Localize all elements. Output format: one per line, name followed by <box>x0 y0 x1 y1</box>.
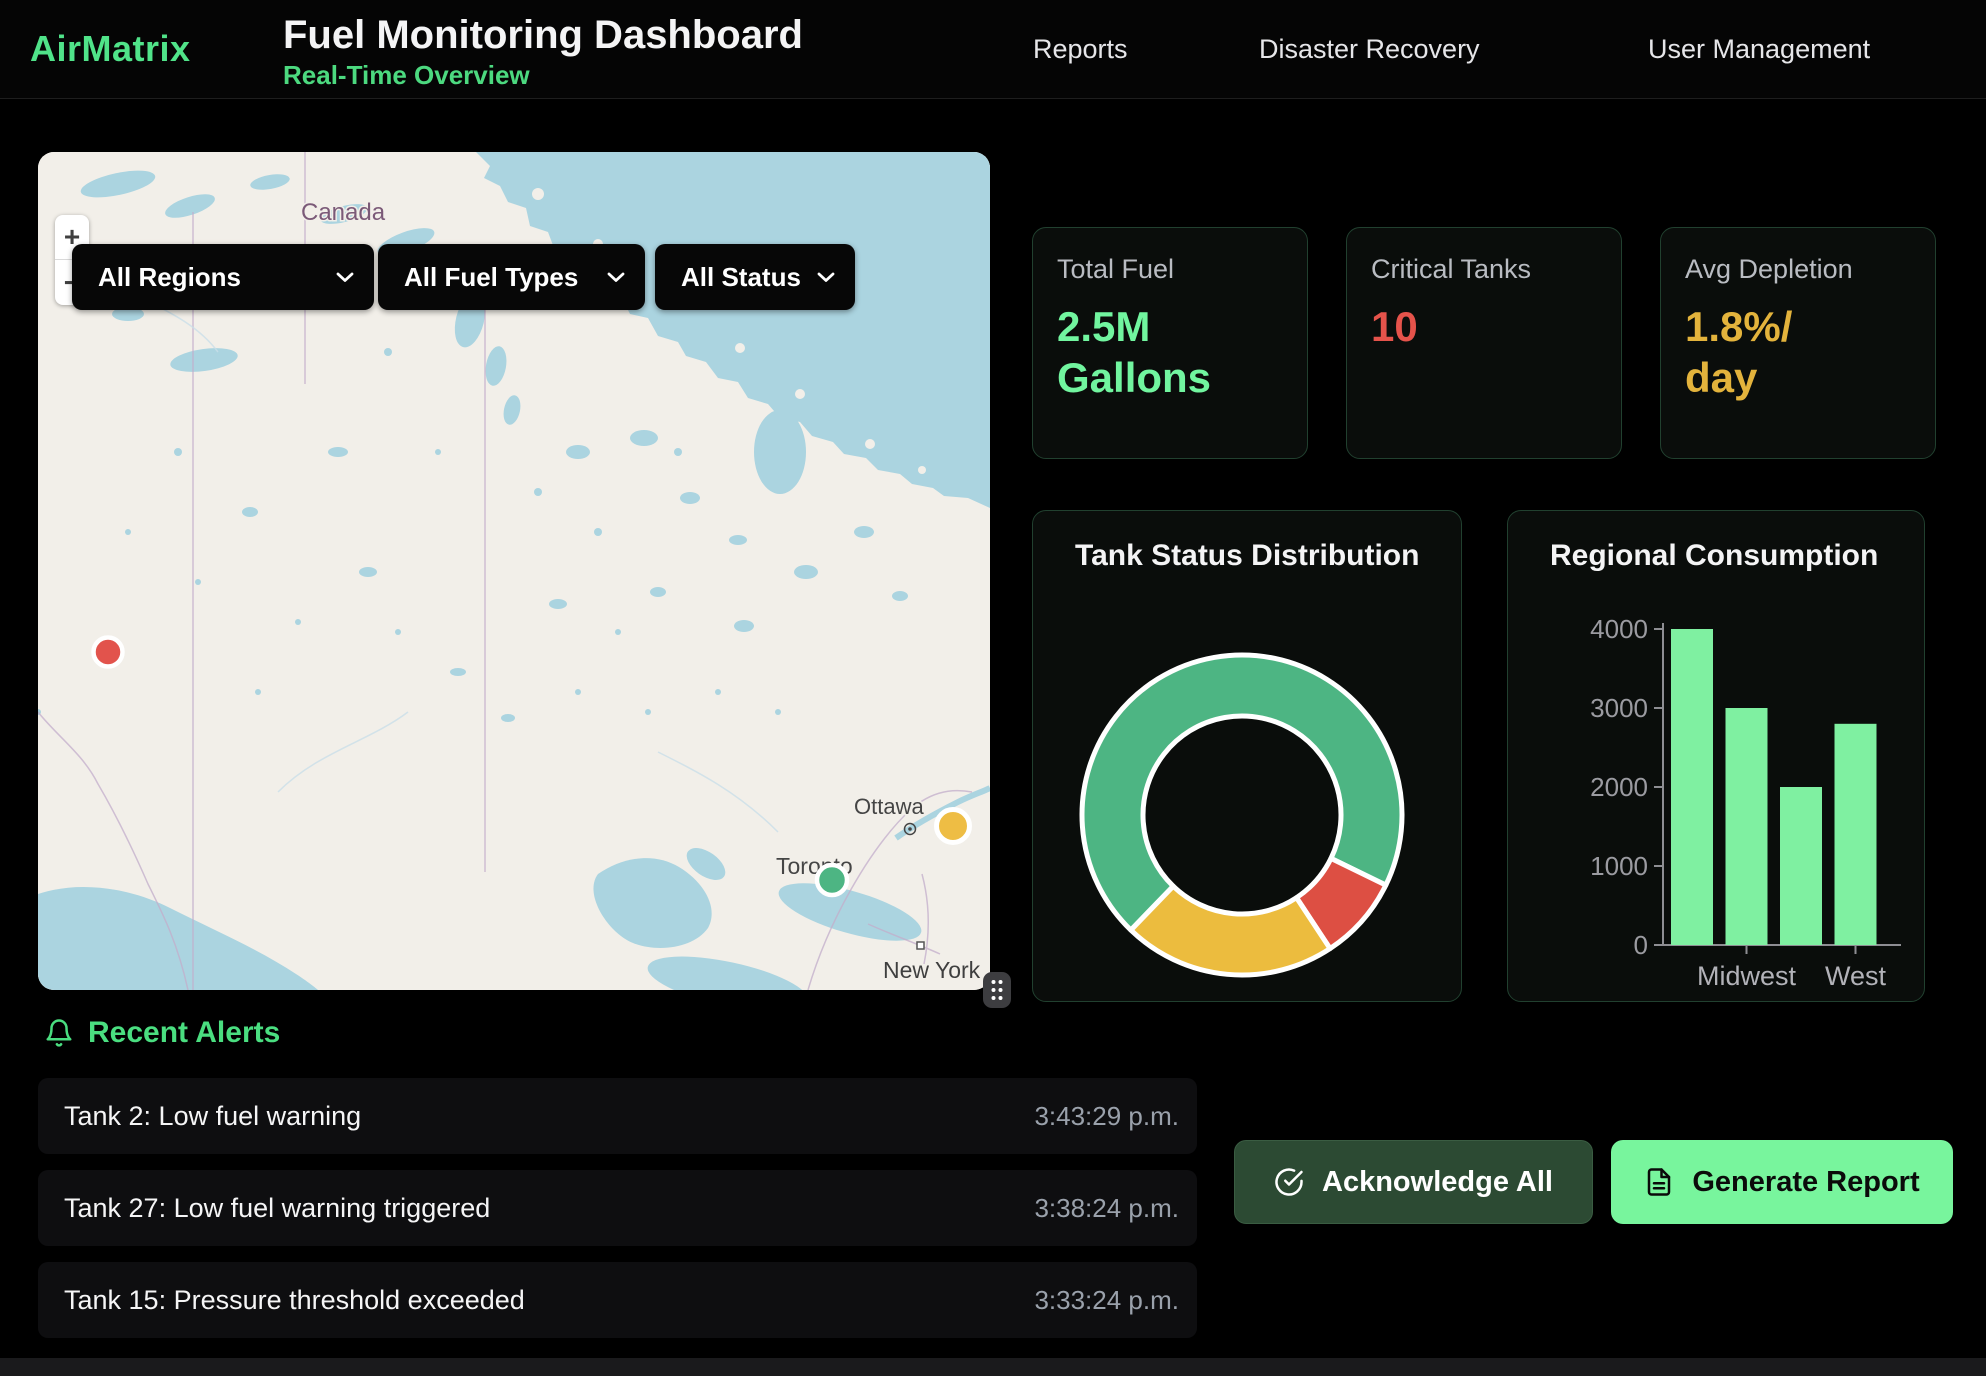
y-axis-tick-label: 0 <box>1634 930 1648 960</box>
recent-alerts-title: Recent Alerts <box>88 1016 280 1050</box>
stat-label: Total Fuel <box>1057 254 1283 285</box>
chevron-down-icon <box>336 272 354 283</box>
alert-timestamp: 3:33:24 p.m. <box>1034 1285 1179 1316</box>
stat-card-total-fuel: Total Fuel 2.5M Gallons <box>1032 227 1308 459</box>
nav-disaster-recovery[interactable]: Disaster Recovery <box>1259 34 1480 65</box>
map-label-ottawa: Ottawa <box>854 794 924 819</box>
page-subtitle: Real-Time Overview <box>283 60 530 91</box>
stat-card-critical-tanks: Critical Tanks 10 <box>1346 227 1622 459</box>
map-water-james-bay <box>754 410 806 494</box>
filter-status-label: All Status <box>681 262 801 293</box>
y-axis-tick-label: 1000 <box>1590 851 1648 881</box>
nav-reports[interactable]: Reports <box>1033 34 1128 65</box>
alert-timestamp: 3:43:29 p.m. <box>1034 1101 1179 1132</box>
alert-row[interactable]: Tank 15: Pressure threshold exceeded 3:3… <box>38 1262 1197 1338</box>
map-marker-critical[interactable] <box>94 638 123 667</box>
bar-region-1 <box>1671 629 1713 945</box>
alert-timestamp: 3:38:24 p.m. <box>1034 1193 1179 1224</box>
regional-consumption-bar-chart: 0 1000 2000 3000 4000 Midwest West <box>1508 511 1926 1001</box>
stat-card-avg-depletion: Avg Depletion 1.8%/ day <box>1660 227 1936 459</box>
file-text-icon <box>1644 1167 1674 1197</box>
y-axis-tick-label: 4000 <box>1590 614 1648 644</box>
bottom-bar <box>0 1358 1986 1376</box>
stat-value-total-fuel: 2.5M Gallons <box>1057 301 1247 403</box>
bar-Midwest <box>1726 708 1768 945</box>
map-city-dot-new-york <box>917 942 924 949</box>
map-marker-normal[interactable] <box>817 865 847 895</box>
x-axis-category-label: Midwest <box>1697 961 1797 991</box>
filter-regions-label: All Regions <box>98 262 241 293</box>
filter-status-dropdown[interactable]: All Status <box>655 244 855 310</box>
regional-consumption-card: Regional Consumption 0 1000 2000 3000 4000 Mi… <box>1507 510 1925 1002</box>
alert-text: Tank 15: Pressure threshold exceeded <box>64 1285 525 1316</box>
bell-icon <box>44 1018 74 1048</box>
donut-segment-yellow <box>1131 886 1330 975</box>
tank-status-card: Tank Status Distribution <box>1032 510 1462 1002</box>
y-axis-tick-label: 2000 <box>1590 772 1648 802</box>
stat-value-avg-depletion: 1.8%/ day <box>1685 301 1875 403</box>
map-label-canada: Canada <box>301 199 386 226</box>
alert-text: Tank 2: Low fuel warning <box>64 1101 361 1132</box>
bar-region-3 <box>1780 787 1822 945</box>
nav-user-management[interactable]: User Management <box>1648 34 1870 65</box>
drag-handle-icon[interactable] <box>983 972 1011 1008</box>
filter-fuel-types-dropdown[interactable]: All Fuel Types <box>378 244 645 310</box>
chevron-down-icon <box>607 272 625 283</box>
map-panel[interactable]: Canada Ottawa Toronto New York + − All R… <box>38 152 990 990</box>
y-axis-tick-label: 3000 <box>1590 693 1648 723</box>
recent-alerts-header: Recent Alerts <box>44 1016 280 1050</box>
filter-fuel-types-label: All Fuel Types <box>404 262 578 293</box>
alert-row[interactable]: Tank 27: Low fuel warning triggered 3:38… <box>38 1170 1197 1246</box>
acknowledge-all-button[interactable]: Acknowledge All <box>1234 1140 1593 1224</box>
chevron-down-icon <box>817 272 835 283</box>
page-title: Fuel Monitoring Dashboard <box>283 13 803 58</box>
acknowledge-all-label: Acknowledge All <box>1322 1166 1553 1199</box>
check-circle-icon <box>1274 1167 1304 1197</box>
map-label-new-york: New York <box>883 957 981 983</box>
bar-chart-title: Regional Consumption <box>1550 539 1878 573</box>
header-bar: AirMatrix Fuel Monitoring Dashboard Real… <box>0 0 1986 99</box>
generate-report-button[interactable]: Generate Report <box>1611 1140 1953 1224</box>
stat-value-critical-tanks: 10 <box>1371 301 1561 352</box>
filter-regions-dropdown[interactable]: All Regions <box>72 244 374 310</box>
bar-West <box>1835 724 1877 945</box>
map-marker-warning[interactable] <box>937 810 970 843</box>
alert-text: Tank 27: Low fuel warning triggered <box>64 1193 490 1224</box>
fuel-monitoring-dashboard: AirMatrix Fuel Monitoring Dashboard Real… <box>0 0 1986 1376</box>
alert-row[interactable]: Tank 2: Low fuel warning 3:43:29 p.m. <box>38 1078 1197 1154</box>
app-logo: AirMatrix <box>30 28 191 70</box>
map-city-dot-ottawa-center <box>908 827 912 831</box>
x-axis-category-label: West <box>1825 961 1887 991</box>
tank-status-donut-chart <box>1033 511 1463 1001</box>
generate-report-label: Generate Report <box>1692 1166 1919 1199</box>
stat-label: Critical Tanks <box>1371 254 1597 285</box>
donut-chart-title: Tank Status Distribution <box>1075 539 1419 573</box>
stat-label: Avg Depletion <box>1685 254 1911 285</box>
